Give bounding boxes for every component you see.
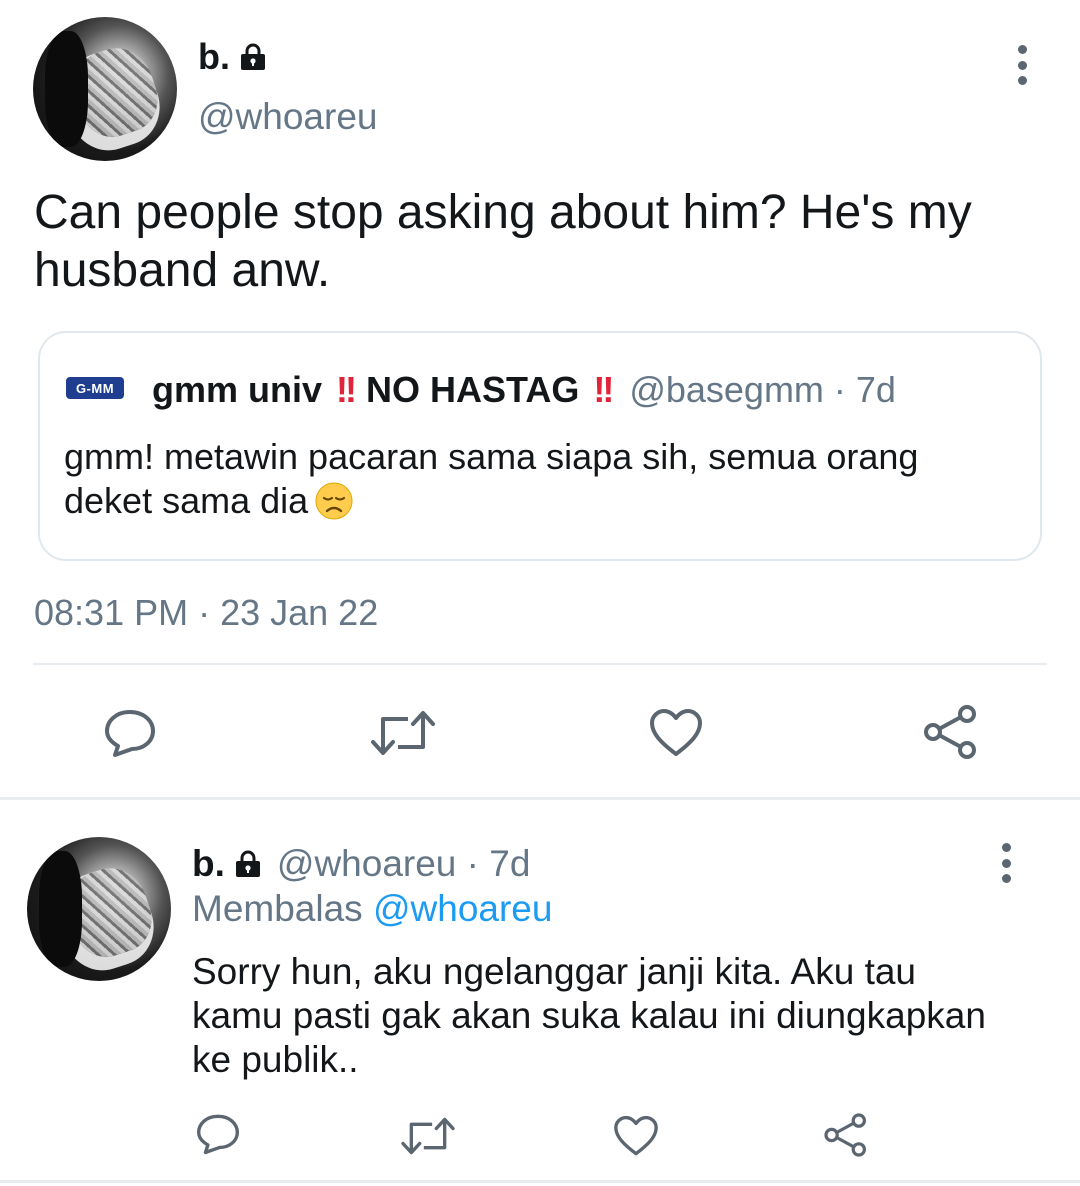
quoted-author-avatar: G-MM <box>66 377 124 399</box>
retweet-icon <box>401 1117 455 1155</box>
reply-author-meta: @whoareu · 7d <box>276 843 531 884</box>
replying-to-mention[interactable]: @whoareu <box>373 888 553 929</box>
disappointed-emoji <box>315 482 353 520</box>
quoted-tweet-card[interactable]: G-MM gmm univ!! NO HASTAG!! @basegmm · 7d… <box>38 331 1042 561</box>
tweet-text: Can people stop asking about him? He's m… <box>34 186 972 297</box>
like-icon <box>614 1115 658 1156</box>
replying-to-label: Membalas <box>192 888 363 929</box>
like-button[interactable] <box>646 705 706 761</box>
replying-to: Membalas @whoareu <box>192 888 552 930</box>
share-button[interactable] <box>920 703 982 761</box>
more-options-icon[interactable] <box>1000 843 1012 883</box>
quoted-tweet-text: gmm! metawin pacaran sama siapa sih, sem… <box>64 436 919 521</box>
retweet-button[interactable] <box>398 1112 458 1160</box>
divider <box>0 797 1080 800</box>
lock-icon <box>241 43 265 70</box>
reply-author-avatar[interactable] <box>27 837 171 981</box>
reply-tweet-text: Sorry hun, aku ngelanggar janji kita. Ak… <box>192 951 986 1080</box>
share-icon <box>824 1113 866 1157</box>
reply-icon <box>105 710 155 757</box>
double-exclamation-icon: !! <box>593 369 614 410</box>
author-avatar[interactable] <box>33 17 177 161</box>
lock-icon <box>235 850 260 877</box>
quoted-author-name: gmm univ!! NO HASTAG!! <box>152 369 614 410</box>
like-button[interactable] <box>610 1112 662 1160</box>
divider <box>33 663 1047 665</box>
more-options-icon[interactable] <box>1016 45 1028 85</box>
author-handle[interactable]: @whoareu <box>198 96 378 138</box>
share-button[interactable] <box>820 1110 872 1160</box>
divider <box>0 1180 1080 1183</box>
author-display-name: b. <box>198 36 230 77</box>
double-exclamation-icon: !! <box>336 369 357 410</box>
retweet-button[interactable] <box>368 705 438 761</box>
quoted-author-meta: @basegmm · 7d <box>629 369 896 410</box>
author-name[interactable]: b. <box>198 36 266 78</box>
like-icon <box>650 709 702 756</box>
retweet-icon <box>371 711 435 755</box>
quoted-tweet-header: gmm univ!! NO HASTAG!! @basegmm · 7d <box>152 369 896 411</box>
tweet-timestamp: 08:31 PM · 23 Jan 22 <box>34 592 379 633</box>
reply-author-name[interactable]: b. <box>192 843 261 885</box>
share-icon <box>924 705 976 759</box>
reply-button[interactable] <box>100 705 160 761</box>
reply-icon <box>197 1114 239 1155</box>
reply-button[interactable] <box>192 1110 244 1158</box>
reply-header: b. @whoareu · 7d <box>192 843 530 885</box>
